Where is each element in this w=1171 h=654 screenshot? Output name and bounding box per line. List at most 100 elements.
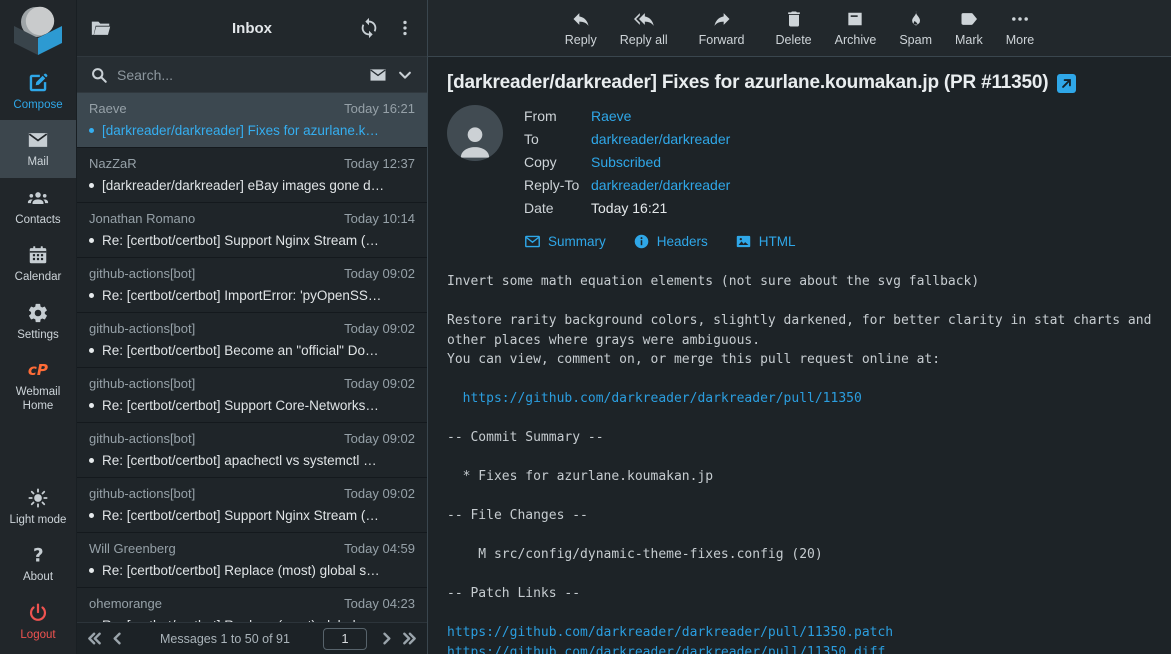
message-row[interactable]: github-actions[bot] Today 09:02 Re: [cer… — [77, 423, 427, 478]
unread-bullet — [89, 458, 94, 463]
envelope-outline-icon — [524, 233, 541, 250]
message-time: Today 12:37 — [344, 156, 415, 171]
message-row[interactable]: github-actions[bot] Today 09:02 Re: [cer… — [77, 313, 427, 368]
kebab-menu-icon[interactable] — [396, 19, 414, 37]
html-view-link[interactable]: HTML — [735, 233, 796, 250]
image-icon — [735, 233, 752, 250]
forward-button[interactable]: Forward — [697, 9, 747, 47]
body-line — [447, 292, 1152, 312]
sidebar-item-calendar[interactable]: Calendar — [0, 235, 76, 292]
cypht-logo[interactable] — [9, 3, 67, 57]
next-page-icon[interactable] — [377, 629, 396, 648]
sidebar-item-label: Settings — [17, 328, 59, 342]
cpanel-icon: cP — [27, 359, 49, 381]
unread-bullet — [89, 183, 94, 188]
prev-page-icon[interactable] — [108, 629, 127, 648]
message-time: Today 09:02 — [344, 266, 415, 281]
sidebar-item-label: Contacts — [15, 213, 60, 227]
sender-avatar — [447, 105, 503, 161]
forward-icon — [712, 9, 732, 29]
message-sender: NazZaR — [89, 156, 137, 171]
search-input[interactable] — [117, 67, 360, 83]
body-line[interactable]: https://github.com/darkreader/darkreader… — [447, 623, 1152, 643]
delete-button[interactable]: Delete — [774, 9, 814, 47]
header-value[interactable]: darkreader/darkreader — [591, 128, 730, 151]
header-value[interactable]: darkreader/darkreader — [591, 174, 730, 197]
reply-button[interactable]: Reply — [563, 9, 599, 47]
body-line[interactable]: https://github.com/darkreader/darkreader… — [447, 643, 1152, 654]
first-page-icon[interactable] — [85, 629, 104, 648]
message-sender: github-actions[bot] — [89, 431, 195, 446]
header-row: Date Today 16:21 — [524, 197, 730, 220]
chevron-down-icon[interactable] — [396, 66, 414, 84]
body-line: other places where grays were ambiguous. — [447, 331, 1152, 351]
body-line — [447, 409, 1152, 429]
message-row[interactable]: Jonathan Romano Today 10:14 Re: [certbot… — [77, 203, 427, 258]
reply-all-button[interactable]: Reply all — [618, 9, 670, 47]
message-headers: From Raeve To darkreader/darkreader Copy… — [524, 105, 730, 220]
message-row[interactable]: Will Greenberg Today 04:59 Re: [certbot/… — [77, 533, 427, 588]
header-value[interactable]: Raeve — [591, 105, 631, 128]
svg-text:?: ? — [33, 546, 44, 567]
message-sender: Raeve — [89, 101, 127, 116]
envelope-filter-icon[interactable] — [369, 66, 387, 84]
message-row[interactable]: github-actions[bot] Today 09:02 Re: [cer… — [77, 258, 427, 313]
reading-pane: Reply Reply all Forward Delet — [428, 0, 1171, 654]
last-page-icon[interactable] — [400, 629, 419, 648]
external-link-icon[interactable] — [1057, 74, 1076, 93]
body-line[interactable]: https://github.com/darkreader/darkreader… — [447, 389, 1152, 409]
view-mode-links: Summary Headers HTML — [524, 233, 1152, 250]
refresh-icon[interactable] — [358, 17, 380, 39]
sidebar-item-settings[interactable]: Settings — [0, 293, 76, 350]
unread-bullet — [89, 513, 94, 518]
header-value[interactable]: Subscribed — [591, 151, 661, 174]
mark-icon — [959, 9, 979, 29]
sidebar-item-label: About — [23, 570, 53, 584]
spam-button[interactable]: Spam — [897, 9, 934, 47]
body-line: -- Commit Summary -- — [447, 428, 1152, 448]
sun-icon — [27, 487, 49, 509]
message-subject: Re: [certbot/certbot] apachectl vs syste… — [102, 453, 377, 468]
message-time: Today 04:59 — [344, 541, 415, 556]
sidebar-item-label: Compose — [13, 98, 62, 112]
message-toolbar: Reply Reply all Forward Delet — [428, 0, 1171, 57]
header-row: Reply-To darkreader/darkreader — [524, 174, 730, 197]
sidebar-item-compose[interactable]: Compose — [0, 63, 76, 120]
page-number-input[interactable] — [323, 628, 367, 650]
toolbar-action-label: Reply — [565, 33, 597, 47]
message-row[interactable]: NazZaR Today 12:37 [darkreader/darkreade… — [77, 148, 427, 203]
body-line: Restore rarity background colors, slight… — [447, 311, 1152, 331]
sidebar-bottom-nav: Light mode ? About Logout — [0, 478, 76, 654]
message-list-pane: Inbox Raeve Today 16:21 [dar — [77, 0, 428, 654]
sidebar-item-contacts[interactable]: Contacts — [0, 178, 76, 235]
message-subject: Re: [certbot/certbot] ImportError: 'pyOp… — [102, 288, 381, 303]
sidebar-item-logout[interactable]: Logout — [0, 593, 76, 650]
message-subject: Re: [certbot/certbot] Support Core-Netwo… — [102, 398, 379, 413]
sidebar-item-webmail-home[interactable]: cP Webmail Home — [0, 350, 76, 422]
summary-view-link[interactable]: Summary — [524, 233, 606, 250]
message-sender: Will Greenberg — [89, 541, 176, 556]
body-line — [447, 526, 1152, 546]
header-label: From — [524, 105, 591, 128]
open-folder-icon[interactable] — [90, 17, 112, 39]
body-line — [447, 487, 1152, 507]
body-line: * Fixes for azurlane.koumakan.jp — [447, 467, 1152, 487]
more-button[interactable]: More — [1004, 9, 1036, 47]
sidebar-item-about[interactable]: ? About — [0, 535, 76, 592]
calendar-icon — [27, 244, 49, 266]
message-row[interactable]: github-actions[bot] Today 09:02 Re: [cer… — [77, 368, 427, 423]
message-row[interactable]: Raeve Today 16:21 [darkreader/darkreader… — [77, 93, 427, 148]
pagination-bar: Messages 1 to 50 of 91 — [77, 622, 427, 654]
sidebar-item-light-mode[interactable]: Light mode — [0, 478, 76, 535]
message-time: Today 16:21 — [344, 101, 415, 116]
headers-view-link[interactable]: Headers — [633, 233, 708, 250]
message-subject: Re: [certbot/certbot] Become an "officia… — [102, 343, 378, 358]
archive-button[interactable]: Archive — [833, 9, 879, 47]
mark-button[interactable]: Mark — [953, 9, 985, 47]
message-row[interactable]: github-actions[bot] Today 09:02 Re: [cer… — [77, 478, 427, 533]
message-sender: github-actions[bot] — [89, 486, 195, 501]
sidebar-item-mail[interactable]: Mail — [0, 120, 76, 177]
unread-bullet — [89, 238, 94, 243]
message-time: Today 09:02 — [344, 486, 415, 501]
message-row[interactable]: ohemorange Today 04:23 Re: [certbot/cert… — [77, 588, 427, 622]
